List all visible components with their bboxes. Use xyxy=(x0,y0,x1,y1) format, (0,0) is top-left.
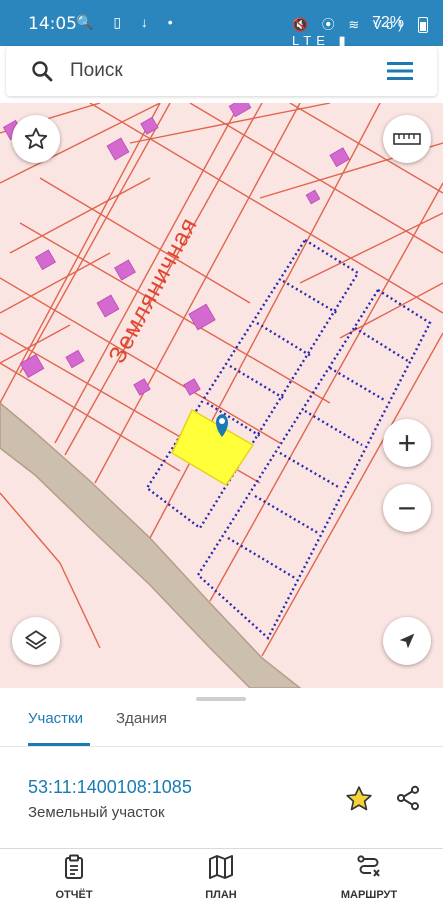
map-plan-icon xyxy=(209,855,233,879)
route-icon xyxy=(357,855,380,877)
tab-divider xyxy=(0,746,443,747)
search-input[interactable]: Поиск xyxy=(70,60,123,82)
battery-icon xyxy=(418,17,428,33)
star-outline-icon xyxy=(24,127,48,150)
zoom-in-button[interactable]: + xyxy=(383,419,431,467)
parcel-type: Земельный участок xyxy=(28,804,165,821)
menu-icon[interactable] xyxy=(386,60,414,87)
notification-icons: 🔍 ▯ ↓ • xyxy=(76,14,181,30)
locate-me-button[interactable] xyxy=(383,617,431,665)
zoom-out-button[interactable]: − xyxy=(383,484,431,532)
status-bar: 14:05 🔍 ▯ ↓ • 🔇 ⦿ ≋ Vo) LTE ▮ 72% xyxy=(0,0,443,48)
navigation-arrow-icon xyxy=(399,633,415,649)
cadastral-number[interactable]: 53:11:1400108:1085 xyxy=(28,777,192,798)
nav-plan[interactable]: ПЛАН xyxy=(166,854,276,901)
bottom-nav-divider xyxy=(0,848,443,849)
favorite-star-icon[interactable] xyxy=(344,784,374,819)
bottom-sheet: Участки Здания 53:11:1400108:1085 Земель… xyxy=(0,688,443,910)
drag-handle[interactable] xyxy=(196,697,246,701)
ruler-button[interactable] xyxy=(383,115,431,163)
favorite-map-button[interactable] xyxy=(12,115,60,163)
report-icon xyxy=(65,854,83,879)
nav-route[interactable]: МАРШРУТ xyxy=(314,854,424,901)
share-icon[interactable] xyxy=(394,784,422,817)
plus-icon: + xyxy=(397,425,417,461)
nav-plan-label: ПЛАН xyxy=(205,889,237,901)
nav-report-label: ОТЧЁТ xyxy=(55,889,93,901)
nav-route-label: МАРШРУТ xyxy=(340,889,398,901)
search-bar[interactable]: Поиск xyxy=(6,46,437,96)
nav-report[interactable]: ОТЧЁТ xyxy=(19,854,129,901)
minus-icon: − xyxy=(397,490,417,526)
status-time: 14:05 xyxy=(28,14,77,34)
battery-percent: 72% xyxy=(372,14,405,31)
layers-icon xyxy=(25,630,47,650)
tab-parcels[interactable]: Участки xyxy=(28,710,83,727)
cadastral-map[interactable]: Земляничная + − xyxy=(0,103,443,688)
layers-button[interactable] xyxy=(12,617,60,665)
ruler-icon xyxy=(393,133,421,145)
map-canvas[interactable]: Земляничная xyxy=(0,103,443,688)
search-icon[interactable] xyxy=(30,59,54,88)
tab-buildings[interactable]: Здания xyxy=(116,710,167,727)
